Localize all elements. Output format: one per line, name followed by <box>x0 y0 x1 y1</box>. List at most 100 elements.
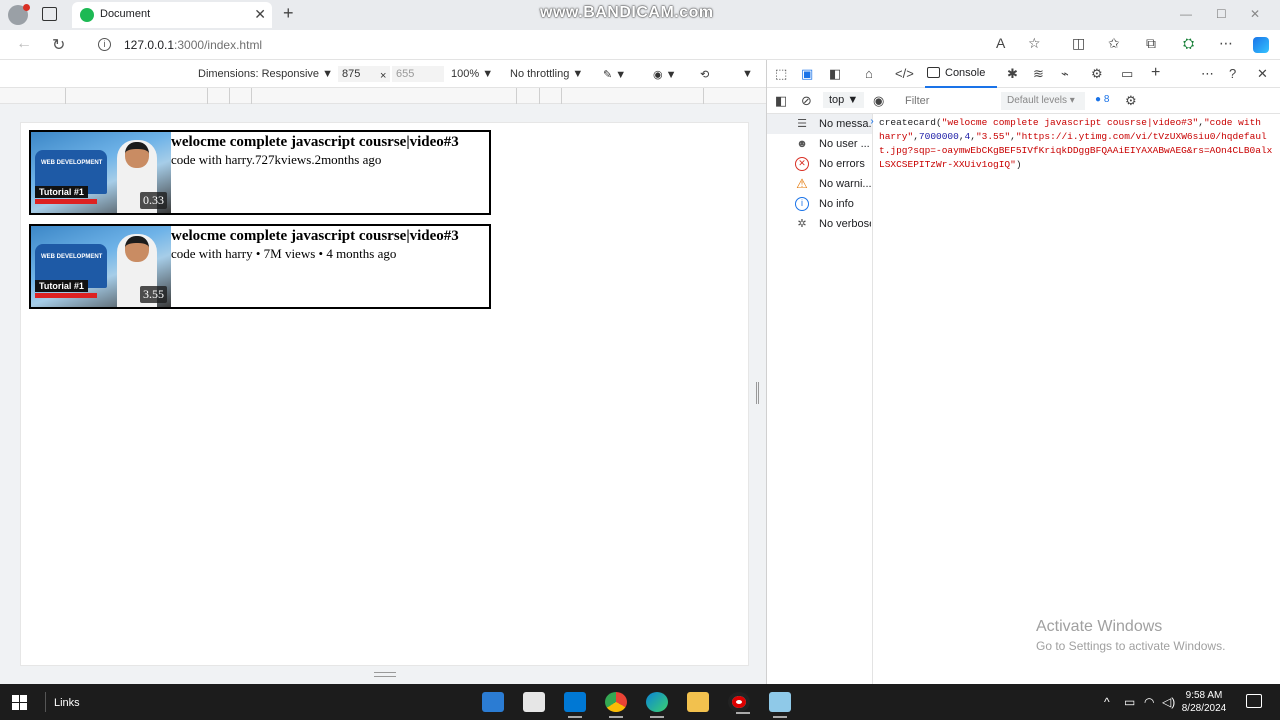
split-screen-icon[interactable]: ◫ <box>1072 35 1085 52</box>
links-toolbar[interactable]: Links <box>54 697 80 709</box>
minimize-button[interactable]: — <box>1180 7 1192 21</box>
sidebar-item-errors[interactable]: ✕ No errors <box>767 154 872 174</box>
height-input[interactable] <box>392 66 444 82</box>
context-selector[interactable]: top ▼ <box>823 92 865 108</box>
sidebar-item-warnings[interactable]: ⚠ No warni... <box>767 174 872 194</box>
devtools-more-icon[interactable]: ⋯ <box>1201 66 1214 82</box>
console-fn: createcard( <box>879 117 942 128</box>
read-aloud-icon[interactable]: A <box>996 35 1005 51</box>
clear-console-icon[interactable]: ⊘ <box>801 93 812 109</box>
tab-close-button[interactable]: ✕ <box>254 6 266 23</box>
network-wifi-icon[interactable]: ≋ <box>1033 66 1044 82</box>
vision-icon[interactable]: ◉ ▼ <box>653 68 677 81</box>
settings-gear-icon[interactable]: ⚙ <box>1091 66 1103 82</box>
presenter-head <box>125 236 149 262</box>
battery-icon[interactable]: ▭ <box>1124 695 1135 709</box>
viewport-resize-handle[interactable] <box>756 382 759 404</box>
device-emulation-icon[interactable]: ▣ <box>801 66 813 82</box>
edge-app-icon[interactable] <box>646 692 668 718</box>
live-expression-eye-icon[interactable]: ◉ <box>873 93 884 109</box>
issues-counter[interactable]: ● 8 <box>1095 94 1109 105</box>
reload-icon[interactable]: ↻ <box>52 35 65 55</box>
sidebar-item-info[interactable]: i No info <box>767 194 872 214</box>
browser-tab-strip: Document ✕ + www.BANDICAM.com — ☐ ✕ <box>0 0 1280 30</box>
zoom-label: 100% <box>451 68 480 80</box>
performance-icon[interactable]: ⌁ <box>1061 66 1069 82</box>
pen-icon[interactable]: ✎ ▼ <box>603 68 626 81</box>
thumbnail-caption: WEB DEVELOPMENT <box>41 254 103 260</box>
window-close-button[interactable]: ✕ <box>1250 7 1260 21</box>
chrome-app-icon[interactable] <box>605 692 627 718</box>
dimensions-dropdown[interactable]: Dimensions: Responsive ▼ <box>198 68 333 80</box>
video-duration: 0.33 <box>140 192 167 209</box>
welcome-home-icon[interactable]: ⌂ <box>865 66 873 81</box>
sidebar-item-user-messages[interactable]: ☻ No user ... <box>767 134 872 154</box>
viewport-bottom-resize-handle[interactable] <box>374 672 396 677</box>
copilot-icon[interactable] <box>1253 37 1269 53</box>
rotate-icon[interactable]: ⟲ <box>700 68 709 81</box>
tab-document[interactable]: Document ✕ <box>72 2 272 28</box>
elements-tab-icon[interactable]: </> <box>895 66 914 81</box>
new-tab-button[interactable]: + <box>283 3 294 24</box>
profile-avatar[interactable] <box>8 4 30 25</box>
url-host: 127.0.0.1 <box>124 38 175 52</box>
zoom-dropdown[interactable]: 100% ▼ <box>451 68 493 80</box>
video-title[interactable]: welocme complete javascript cousrse|vide… <box>171 228 459 245</box>
console-settings-icon[interactable]: ⚙ <box>1125 93 1137 109</box>
sidebar-item-label: No info <box>819 198 854 210</box>
video-thumbnail[interactable]: WEB DEVELOPMENT Tutorial #1 3.55 <box>31 226 171 307</box>
notification-icon[interactable] <box>1246 694 1262 708</box>
console-close-paren: ) <box>1015 159 1022 170</box>
tab-console[interactable]: Console <box>925 60 997 88</box>
help-icon[interactable]: ? <box>1229 66 1236 81</box>
more-options-icon[interactable]: ▼ <box>742 68 753 80</box>
back-icon[interactable]: ← <box>16 35 32 53</box>
store-app-icon[interactable] <box>523 692 545 712</box>
wifi-icon[interactable]: ◠ <box>1144 695 1154 709</box>
tutorial-badge: Tutorial #1 <box>35 186 88 198</box>
sources-bug-icon[interactable]: ✱ <box>1007 66 1018 82</box>
more-tools-plus-icon[interactable]: + <box>1151 64 1160 82</box>
notepad-app-icon[interactable] <box>769 692 791 718</box>
extensions-icon[interactable]: ⛭ <box>1183 35 1194 52</box>
levels-label: Default levels <box>1007 95 1068 106</box>
close-devtools-icon[interactable]: ✕ <box>1257 66 1268 82</box>
dock-side-icon[interactable]: ◧ <box>829 66 841 82</box>
thumbnail-caption: WEB DEVELOPMENT <box>41 160 103 166</box>
console-output[interactable]: › createcard("welocme complete javascrip… <box>869 116 1275 172</box>
volume-icon[interactable]: ◁) <box>1162 695 1175 709</box>
filter-input[interactable] <box>899 92 999 110</box>
video-thumbnail[interactable]: WEB DEVELOPMENT Tutorial #1 0.33 <box>31 132 171 213</box>
site-info-icon[interactable]: i <box>98 38 111 51</box>
levels-dropdown[interactable]: Default levels ▾ <box>1001 92 1085 110</box>
more-menu-icon[interactable]: ⋯ <box>1219 35 1233 52</box>
inspect-icon[interactable]: ⬚ <box>775 66 787 82</box>
throttling-dropdown[interactable]: No throttling ▼ <box>510 68 583 80</box>
sidebar-item-messages[interactable]: ☰ No messa... <box>767 114 872 134</box>
bandicam-record-icon[interactable] <box>728 692 750 714</box>
file-explorer-icon[interactable] <box>687 692 709 712</box>
maximize-button[interactable]: ☐ <box>1216 7 1227 21</box>
favorites-icon[interactable]: ✩ <box>1108 35 1120 52</box>
mail-app-icon[interactable] <box>482 692 504 712</box>
sidebar-item-verbose[interactable]: ✲ No verbose <box>767 214 872 234</box>
tray-overflow-icon[interactable]: ^ <box>1104 695 1110 709</box>
vscode-app-icon[interactable] <box>564 692 586 718</box>
windows-start-icon[interactable] <box>12 695 27 710</box>
taskbar-clock[interactable]: 9:58 AM 8/28/2024 <box>1176 689 1232 715</box>
url-field[interactable]: 127.0.0.1:3000/index.html <box>124 38 262 52</box>
video-duration: 3.55 <box>140 286 167 303</box>
collections-icon[interactable]: ⧉ <box>1146 35 1156 52</box>
application-icon[interactable]: ▭ <box>1121 66 1133 82</box>
sidebar-toggle-icon[interactable]: ◧ <box>775 93 787 109</box>
video-title[interactable]: welocme complete javascript cousrse|vide… <box>171 134 459 151</box>
tab-actions-icon[interactable] <box>42 7 57 21</box>
video-card[interactable]: WEB DEVELOPMENT Tutorial #1 3.55 welocme… <box>29 224 491 309</box>
warning-icon: ⚠ <box>796 176 808 191</box>
error-icon: ✕ <box>795 157 809 171</box>
url-path: :3000/index.html <box>174 38 263 52</box>
console-prompt-icon: › <box>869 117 876 128</box>
thumbnail-strip <box>35 293 97 298</box>
favorite-star-icon[interactable]: ☆ <box>1028 35 1041 52</box>
video-card[interactable]: WEB DEVELOPMENT Tutorial #1 0.33 welocme… <box>29 130 491 215</box>
